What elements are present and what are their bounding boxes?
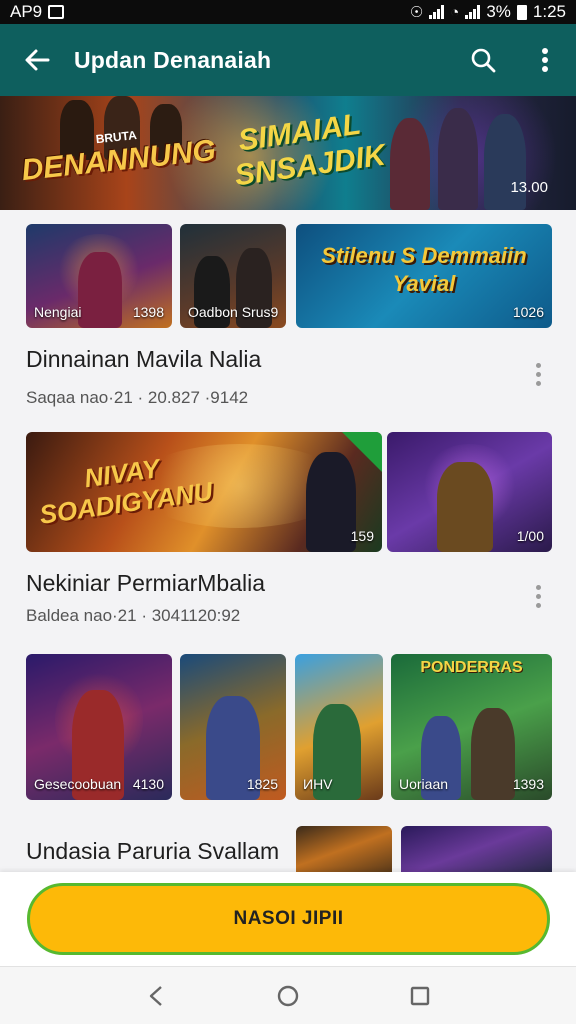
game-card[interactable]: Oadbon Srus9 [180, 224, 286, 328]
status-bar: AP9 ☉ ◔ 3% 1:25 [0, 0, 576, 24]
clock: 1:25 [532, 2, 566, 21]
back-arrow-icon [25, 49, 50, 71]
system-navigation-bar [0, 966, 576, 1024]
card-count: 1398 [132, 304, 164, 320]
card-label: Uoriaan [399, 776, 449, 792]
signal-icon [429, 5, 445, 19]
search-icon [471, 48, 496, 73]
vibrate-icon: ☉ [409, 4, 424, 21]
notification-icon [48, 5, 65, 19]
green-corner-badge [342, 432, 382, 472]
section-title: Undasia Paruria Svallam [26, 838, 280, 864]
game-card[interactable]: Nengiai 1398 [26, 224, 172, 328]
section-title: Nekiniar PermiarMbalia [26, 570, 266, 596]
card-label: Gesecoobuan [34, 776, 122, 792]
nav-recents-icon [410, 986, 430, 1005]
battery-icon [516, 4, 527, 20]
card-label: Nengiai [34, 304, 82, 320]
nav-back-button[interactable] [132, 972, 180, 1020]
game-card[interactable]: 1/00 [387, 432, 552, 552]
search-button[interactable] [452, 24, 514, 96]
card-count: 1026 [512, 304, 544, 320]
app-bar: Updan Denanaiah [0, 24, 576, 96]
nav-home-button[interactable] [264, 972, 312, 1020]
card-artwork-title: PONDERRAS [420, 659, 523, 676]
page-title: Updan Denanaiah [74, 46, 272, 73]
primary-action-button[interactable]: NASOI JIPII [27, 883, 550, 955]
game-card[interactable]: PONDERRAS Uoriaan 1393 [391, 654, 552, 800]
cta-container: NASOI JIPII [0, 872, 576, 966]
more-vert-icon [542, 48, 548, 72]
hero-banner[interactable]: BRUTA DENANNUNG SIMAIAL SNSAJDIK 13.00 [0, 96, 576, 210]
card-label: ИHV [303, 776, 333, 792]
wifi-icon: ◔ [450, 3, 460, 21]
game-card[interactable]: NIVAY SOADIGYANU 159 [26, 432, 382, 552]
game-card[interactable] [296, 826, 392, 872]
hero-count: 13.00 [510, 179, 548, 196]
nav-back-icon [149, 985, 162, 1006]
overflow-menu-button[interactable] [514, 24, 576, 96]
section-subtitle: Saqaa nao·21 · 20.827 ·9142 [26, 388, 249, 407]
section-title: Dinnainan Mavila Nalia [26, 346, 262, 372]
more-options-button[interactable] [526, 356, 550, 392]
card-count: 1/00 [516, 528, 544, 544]
card-count: 159 [350, 528, 374, 544]
nav-home-icon [277, 985, 299, 1006]
more-options-button[interactable] [526, 578, 550, 614]
signal-icon-2 [465, 5, 481, 19]
card-count: 1825 [246, 776, 278, 792]
card-count: 4130 [132, 776, 164, 792]
carrier-label: AP9 [10, 2, 43, 21]
game-card[interactable]: 1825 [180, 654, 286, 800]
battery-percent: 3% [486, 2, 511, 21]
game-card[interactable]: ИHV [295, 654, 383, 800]
nav-recents-button[interactable] [396, 972, 444, 1020]
game-card[interactable] [401, 826, 552, 872]
section-subtitle: Baldea nao·21 · 3041120:92 [26, 606, 241, 625]
game-card[interactable]: Gesecoobuan 4130 [26, 654, 172, 800]
back-button[interactable] [0, 24, 74, 96]
card-label: Oadbon Srus9 [188, 304, 279, 320]
game-card[interactable]: Stilenu S Demmaiin Yavial 1026 [296, 224, 552, 328]
card-artwork-title: Stilenu S Demmaiin Yavial [321, 243, 527, 296]
card-count: 1393 [512, 776, 544, 792]
